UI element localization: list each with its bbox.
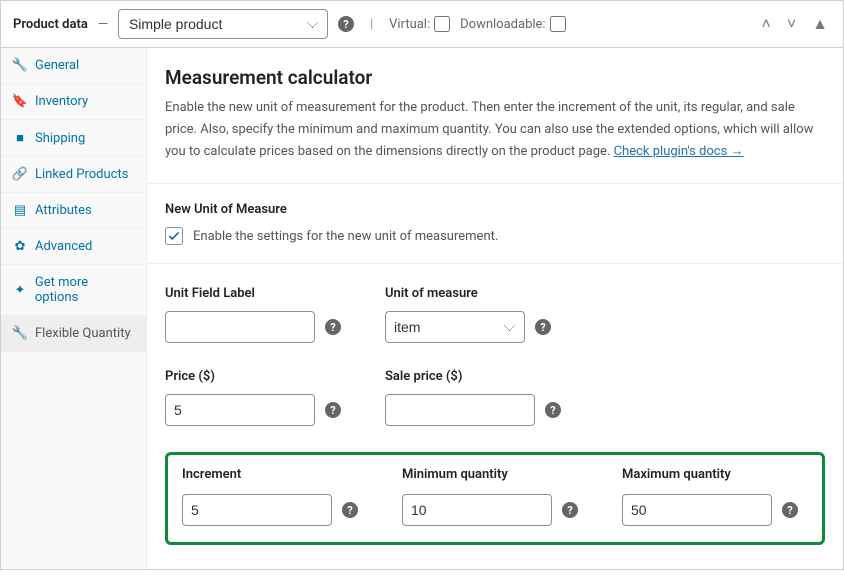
move-down-icon[interactable]: ˅ xyxy=(784,14,799,34)
virtual-toggle[interactable]: Virtual: xyxy=(389,16,450,32)
sidebar-item-label: Linked Products xyxy=(35,167,128,182)
sidebar-item-linked-products[interactable]: 🔗 Linked Products xyxy=(1,157,146,193)
downloadable-checkbox[interactable] xyxy=(550,16,566,32)
product-type-select[interactable]: Simple product xyxy=(118,9,328,39)
help-icon[interactable]: ? xyxy=(535,319,551,335)
increment-input[interactable] xyxy=(182,494,332,526)
help-icon[interactable]: ? xyxy=(562,502,578,518)
min-qty-input[interactable] xyxy=(402,494,552,526)
unit-of-measure-label: Unit of measure xyxy=(385,286,605,301)
price-input[interactable] xyxy=(165,394,315,426)
sidebar-item-label: Advanced xyxy=(35,239,92,254)
help-icon[interactable]: ? xyxy=(338,16,354,32)
min-qty-label: Minimum quantity xyxy=(402,467,622,482)
truck-icon: ■ xyxy=(13,130,27,146)
price-cell: Price ($) ? xyxy=(165,369,385,426)
unit-field-label-cell: Unit Field Label ? xyxy=(165,286,385,343)
sidebar-item-label: General xyxy=(35,58,79,73)
sidebar-item-general[interactable]: 🔧 General xyxy=(1,48,146,84)
sidebar-item-label: Flexible Quantity xyxy=(35,326,131,341)
help-icon[interactable]: ? xyxy=(325,319,341,335)
wrench-icon: 🔧 xyxy=(13,58,27,73)
help-icon[interactable]: ? xyxy=(342,502,358,518)
help-icon[interactable]: ? xyxy=(325,402,341,418)
collapse-icon[interactable]: ▲ xyxy=(809,14,831,34)
sale-price-input[interactable] xyxy=(385,394,535,426)
form-grid: Unit Field Label ? Unit of measure item … xyxy=(165,286,825,426)
increment-cell: Increment ? xyxy=(182,467,402,526)
docs-link[interactable]: Check plugin's docs → xyxy=(614,144,744,159)
move-up-icon[interactable]: ˄ xyxy=(758,14,773,34)
sidebar-item-shipping[interactable]: ■ Shipping xyxy=(1,120,146,157)
wrench-icon: 🔧 xyxy=(13,326,27,341)
sidebar-item-advanced[interactable]: ✿ Advanced xyxy=(1,229,146,265)
sidebar-item-label: Shipping xyxy=(35,131,85,146)
min-qty-cell: Minimum quantity ? xyxy=(402,467,622,526)
unit-of-measure-select[interactable]: item xyxy=(385,311,525,343)
unit-field-label-label: Unit Field Label xyxy=(165,286,385,301)
price-label: Price ($) xyxy=(165,369,385,384)
increment-label: Increment xyxy=(182,467,402,482)
checkmark-icon xyxy=(167,229,181,243)
separator: | xyxy=(370,17,373,32)
enable-label: Enable the settings for the new unit of … xyxy=(193,229,498,244)
sale-price-label: Sale price ($) xyxy=(385,369,605,384)
header-dash: — xyxy=(98,17,108,32)
product-data-metabox: Product data — Simple product ? | Virtua… xyxy=(0,0,844,570)
bolt-icon: ✦ xyxy=(13,283,27,298)
help-icon[interactable]: ? xyxy=(782,502,798,518)
unit-field-label-input[interactable] xyxy=(165,311,315,343)
gear-icon: ✿ xyxy=(13,239,27,254)
enable-row: Enable the settings for the new unit of … xyxy=(165,227,825,245)
sidebar-item-get-more-options[interactable]: ✦ Get more options xyxy=(1,265,146,316)
max-qty-label: Maximum quantity xyxy=(622,467,808,482)
downloadable-label: Downloadable: xyxy=(460,17,545,32)
header-title: Product data xyxy=(13,17,88,32)
link-icon: 🔗 xyxy=(13,167,27,182)
virtual-label: Virtual: xyxy=(389,17,430,32)
sidebar-item-attributes[interactable]: ▤ Attributes xyxy=(1,193,146,229)
sidebar-item-label: Inventory xyxy=(35,94,88,109)
enable-checkbox[interactable] xyxy=(165,227,183,245)
unit-of-measure-cell: Unit of measure item ? xyxy=(385,286,605,343)
max-qty-cell: Maximum quantity ? xyxy=(622,467,808,526)
sidebar-item-label: Attributes xyxy=(35,203,92,218)
tag-icon: 🔖 xyxy=(13,94,27,109)
sale-price-cell: Sale price ($) ? xyxy=(385,369,605,426)
metabox-body: 🔧 General 🔖 Inventory ■ Shipping 🔗 Linked Produ… xyxy=(1,48,843,569)
panel-intro: Enable the new unit of measurement for t… xyxy=(165,97,825,163)
list-icon: ▤ xyxy=(13,203,27,218)
panel-title: Measurement calculator xyxy=(165,66,825,89)
sidebar-item-inventory[interactable]: 🔖 Inventory xyxy=(1,84,146,120)
main-panel: Measurement calculator Enable the new un… xyxy=(147,48,843,569)
downloadable-toggle[interactable]: Downloadable: xyxy=(460,16,565,32)
sidebar-item-flexible-quantity[interactable]: 🔧 Flexible Quantity xyxy=(1,316,146,352)
unit-section-title: New Unit of Measure xyxy=(165,202,825,217)
help-icon[interactable]: ? xyxy=(545,402,561,418)
highlight-box: Increment ? Minimum quantity ? Maximum q… xyxy=(165,452,825,545)
sidebar: 🔧 General 🔖 Inventory ■ Shipping 🔗 Linked Produ… xyxy=(1,48,147,569)
max-qty-input[interactable] xyxy=(622,494,772,526)
metabox-header: Product data — Simple product ? | Virtua… xyxy=(1,1,843,48)
sidebar-item-label: Get more options xyxy=(35,275,134,305)
virtual-checkbox[interactable] xyxy=(434,16,450,32)
